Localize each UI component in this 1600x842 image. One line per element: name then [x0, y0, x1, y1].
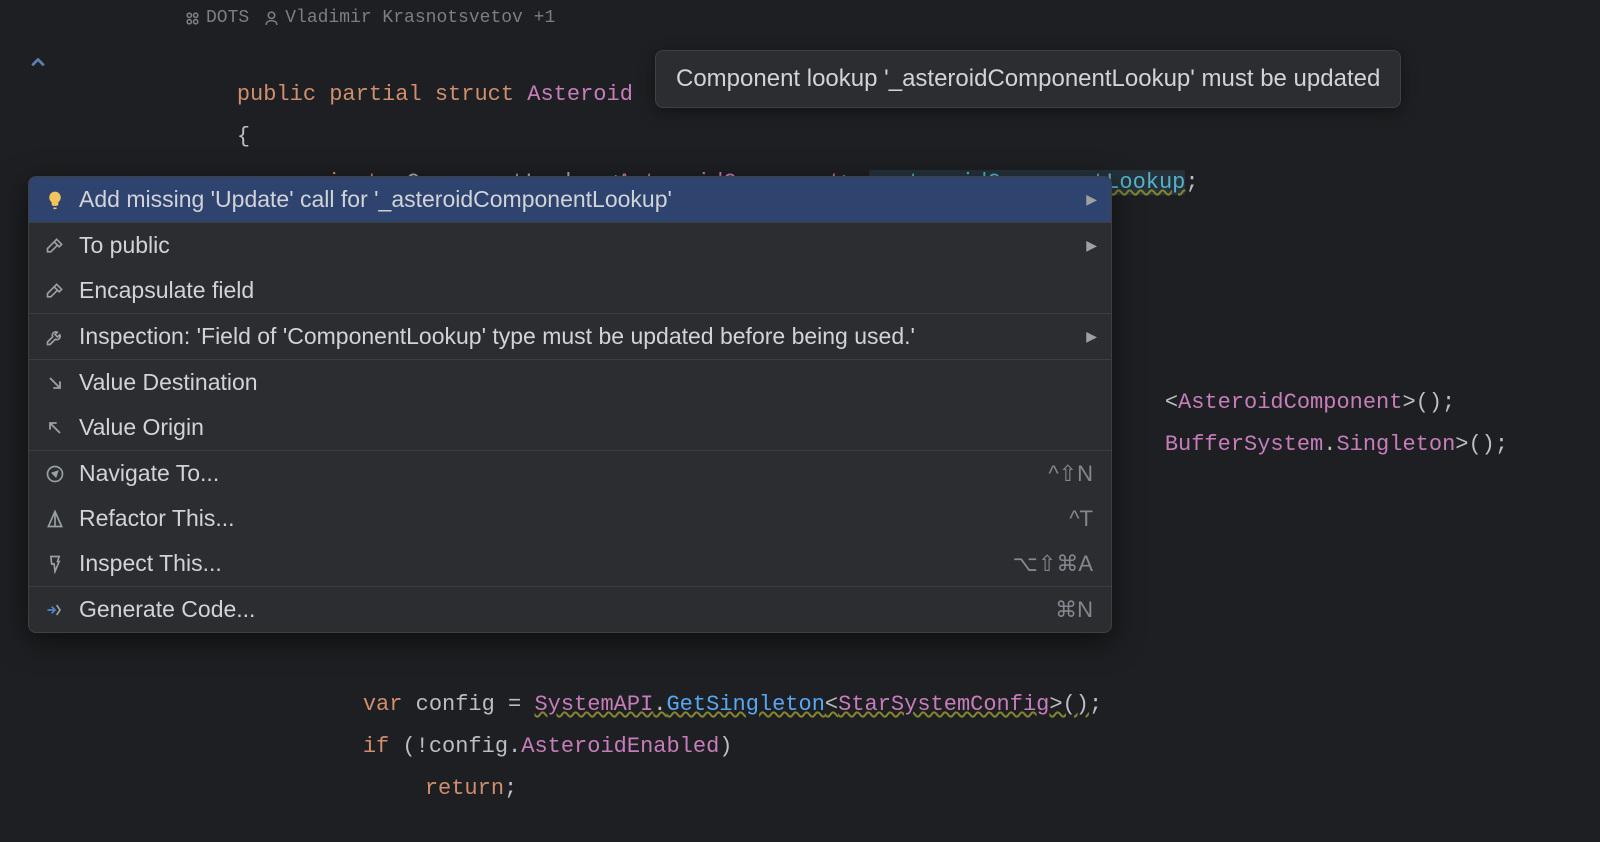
chevron-right-icon: ▶ — [1086, 191, 1097, 208]
hammer-icon — [43, 279, 67, 303]
arrow-up-left-icon — [43, 416, 67, 440]
code-line-brace[interactable]: { — [184, 84, 250, 190]
code-lens-group[interactable]: DOTS — [184, 8, 249, 28]
popup-item-navigate-to[interactable]: Navigate To... ^⇧N — [29, 451, 1111, 496]
code-lens-author-label: Vladimir Krasnotsvetov +1 — [285, 8, 555, 28]
bulb-icon — [43, 188, 67, 212]
popup-item-add-update[interactable]: Add missing 'Update' call for '_asteroid… — [29, 177, 1111, 222]
popup-label: Value Destination — [79, 369, 1097, 396]
popup-item-to-public[interactable]: To public ▶ — [29, 223, 1111, 268]
inspection-tooltip: Component lookup '_asteroidComponentLook… — [655, 50, 1401, 108]
fold-gutter[interactable] — [28, 52, 48, 79]
popup-shortcut: ^T — [1069, 506, 1097, 532]
inspect-icon — [43, 552, 67, 576]
refactor-icon — [43, 507, 67, 531]
popup-item-refactor-this[interactable]: Refactor This... ^T — [29, 496, 1111, 541]
inspection-tooltip-text: Component lookup '_asteroidComponentLook… — [676, 65, 1380, 92]
code-lens[interactable]: DOTS Vladimir Krasnotsvetov +1 — [184, 8, 555, 28]
code-line-return[interactable]: return; — [372, 736, 517, 842]
popup-label: Generate Code... — [79, 596, 1055, 623]
popup-item-value-origin[interactable]: Value Origin — [29, 405, 1111, 450]
wrench-icon — [43, 325, 67, 349]
code-lens-group-label: DOTS — [206, 8, 249, 28]
code-lens-author[interactable]: Vladimir Krasnotsvetov +1 — [263, 8, 555, 28]
quick-fix-popup[interactable]: Add missing 'Update' call for '_asteroid… — [28, 176, 1112, 633]
popup-item-generate-code[interactable]: Generate Code... ⌘N — [29, 587, 1111, 632]
fold-icon[interactable] — [28, 56, 48, 79]
popup-label: Refactor This... — [79, 505, 1069, 532]
popup-item-inspect-this[interactable]: Inspect This... ⌥⇧⌘A — [29, 541, 1111, 586]
chevron-right-icon: ▶ — [1086, 237, 1097, 254]
popup-item-value-destination[interactable]: Value Destination — [29, 360, 1111, 405]
popup-label: Inspection: 'Field of 'ComponentLookup' … — [79, 323, 1076, 350]
generate-icon — [43, 598, 67, 622]
popup-shortcut: ⌥⇧⌘A — [1013, 551, 1097, 577]
popup-shortcut: ⌘N — [1055, 597, 1097, 623]
arrow-down-right-icon — [43, 371, 67, 395]
popup-label: Add missing 'Update' call for '_asteroid… — [79, 186, 1076, 213]
code-line-generic-tail-2[interactable]: BufferSystem.Singleton>(); — [1112, 392, 1508, 498]
compass-icon — [43, 462, 67, 486]
popup-label: Navigate To... — [79, 460, 1048, 487]
popup-shortcut: ^⇧N — [1048, 461, 1097, 487]
popup-item-inspection[interactable]: Inspection: 'Field of 'ComponentLookup' … — [29, 314, 1111, 359]
popup-label: Encapsulate field — [79, 277, 1097, 304]
popup-label: Value Origin — [79, 414, 1097, 441]
hammer-icon — [43, 234, 67, 258]
popup-label: To public — [79, 232, 1076, 259]
popup-label: Inspect This... — [79, 550, 1013, 577]
popup-item-encapsulate[interactable]: Encapsulate field — [29, 268, 1111, 313]
chevron-right-icon: ▶ — [1086, 328, 1097, 345]
